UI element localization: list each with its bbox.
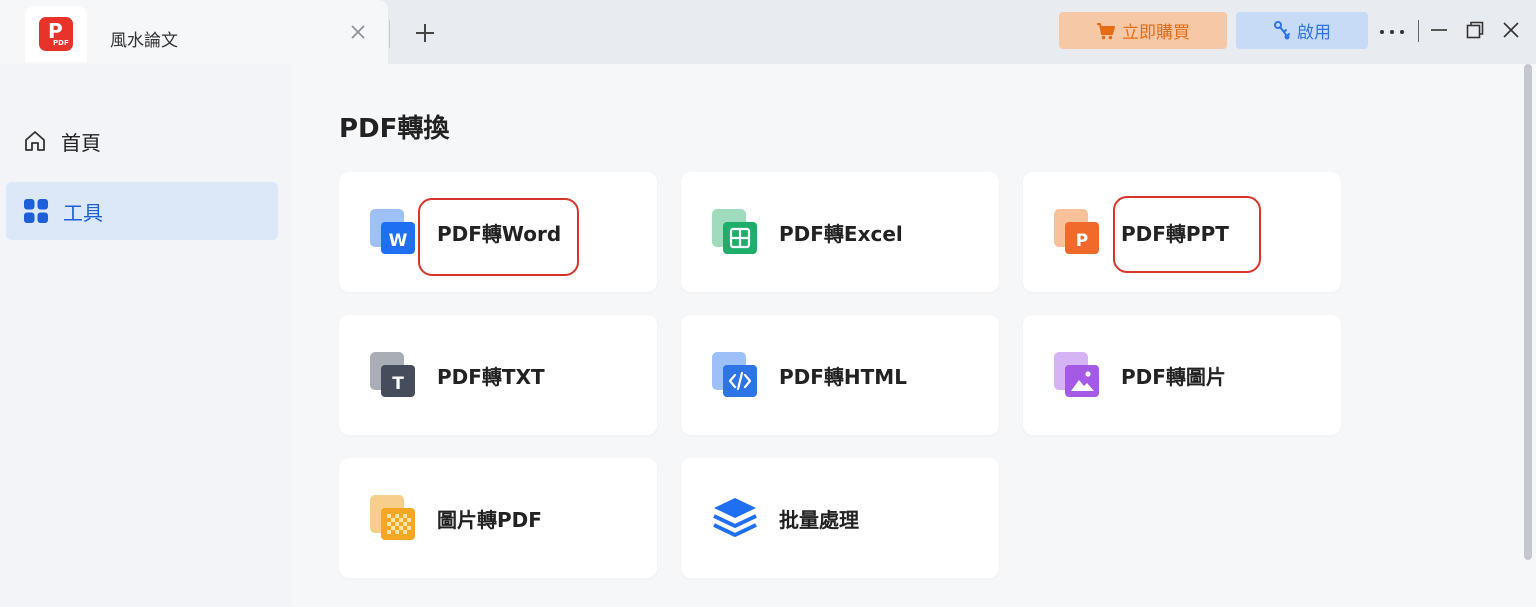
tab-title: 風水論文 [110,31,178,51]
tab-close-icon[interactable] [346,22,370,46]
restore-icon[interactable] [1461,16,1489,44]
image-to-pdf-icon [370,495,415,540]
tool-label: 圖片轉PDF [437,508,542,532]
grid-tools-icon [24,199,48,223]
activate-label: 啟用 [1297,23,1331,43]
tool-label: PDF轉TXT [437,365,545,389]
cart-icon [1097,22,1115,39]
sidebar-item-label: 首頁 [61,130,101,155]
image-icon [1054,352,1099,397]
highlight-annotation [418,198,579,276]
tool-label: PDF轉Excel [779,222,903,246]
tool-label: PDF轉圖片 [1121,365,1226,389]
tool-label: 批量處理 [779,508,859,532]
app-logo: P PDF [25,6,87,62]
title-bar: P PDF 風水論文 立即購買 啟用 [0,0,1536,64]
key-icon [1274,20,1290,39]
tool-card-pdf-to-excel[interactable]: PDF轉Excel [681,172,999,292]
close-window-icon[interactable] [1497,16,1525,44]
window-controls-divider [1418,20,1419,42]
tool-card-pdf-to-txt[interactable]: T PDF轉TXT [339,315,657,435]
highlight-annotation [1113,196,1261,273]
tool-card-pdf-to-html[interactable]: PDF轉HTML [681,315,999,435]
sidebar-item-home[interactable]: 首頁 [6,112,278,170]
buy-now-label: 立即購買 [1122,23,1190,43]
svg-text:P: P [1076,231,1088,251]
tool-card-image-to-pdf[interactable]: 圖片轉PDF [339,458,657,578]
section-title: PDF轉換 [339,114,450,144]
tool-label: PDF轉HTML [779,365,907,389]
vertical-scrollbar[interactable] [1520,64,1536,607]
sidebar-item-label: 工具 [63,200,103,225]
sidebar: 首頁 工具 [0,64,292,607]
excel-icon [712,209,757,254]
tab-divider [389,20,390,48]
pdf-logo-icon: P PDF [39,17,73,51]
txt-icon: T [370,352,415,397]
html-icon [712,352,757,397]
scrollbar-thumb[interactable] [1524,64,1532,560]
home-icon [25,131,45,151]
document-tab[interactable]: P PDF 風水論文 [0,0,388,64]
svg-text:W: W [389,231,408,251]
main-content: PDF轉換 W PDF轉Word PDF轉Excel P PDF轉PPT T P… [292,64,1520,607]
minimize-icon[interactable] [1425,16,1453,44]
new-tab-plus-icon[interactable] [410,18,440,48]
tool-card-pdf-to-image[interactable]: PDF轉圖片 [1023,315,1341,435]
tool-card-batch-process[interactable]: 批量處理 [681,458,999,578]
svg-text:T: T [392,374,404,394]
activate-button[interactable]: 啟用 [1236,12,1368,49]
more-options-icon[interactable] [1378,16,1406,44]
buy-now-button[interactable]: 立即購買 [1059,12,1227,49]
ppt-icon: P [1054,209,1099,254]
sidebar-item-tools[interactable]: 工具 [6,182,278,240]
word-icon: W [370,209,415,254]
batch-icon [713,498,757,537]
